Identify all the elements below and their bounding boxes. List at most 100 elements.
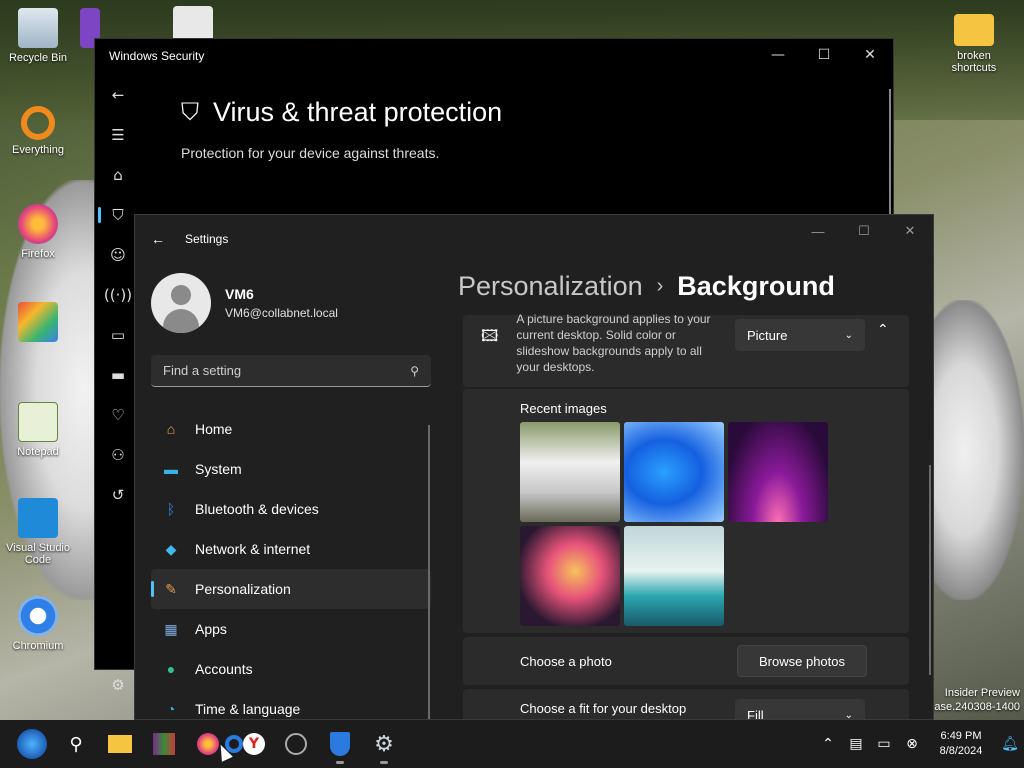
volume-muted-icon[interactable]: ⊗ [898, 736, 926, 752]
scrollbar[interactable] [929, 465, 931, 675]
system-tray: ⌃ ▤ ▭ ⊗ 6:49 PM 8/8/2024 🔔︎ [814, 720, 1024, 768]
start-button[interactable] [12, 726, 52, 762]
chevron-down-icon: ⌄ [844, 329, 853, 341]
settings-window: ← Settings — ☐ ✕ VM6 VM6@collabnet.local… [134, 214, 934, 720]
background-type-dropdown[interactable]: Picture ⌄ [735, 319, 865, 351]
desktop-icon-label: broken shortcuts [951, 50, 997, 74]
settings-window-controls: — ☐ ✕ [795, 215, 933, 247]
winrar-icon[interactable] [146, 726, 182, 762]
page-subtitle: Protection for your device against threa… [181, 145, 440, 161]
desktop-icon-label: Notepad [17, 446, 59, 458]
recent-image-thumb[interactable] [520, 526, 620, 626]
apps-icon: ▦ [164, 620, 178, 637]
nav-item-time-language[interactable]: ◔ Time & language [151, 689, 431, 719]
desktop-icon-recycle-bin[interactable]: Recycle Bin [0, 8, 76, 64]
desktop-icon-everything[interactable]: Everything [0, 106, 76, 156]
minimize-button[interactable]: — [795, 215, 841, 247]
desktop-icon-firefox[interactable]: Firefox [0, 204, 76, 260]
choose-fit-row: Choose a fit for your desktop Fill ⌄ [463, 689, 909, 720]
clock[interactable]: 6:49 PM 8/8/2024 [926, 729, 996, 759]
settings-nav: ⌂ Home ▬ System ᛒ Bluetooth & devices ◆ … [151, 409, 431, 719]
network-icon: ◆ [165, 540, 177, 557]
folder-icon [954, 14, 994, 46]
back-icon[interactable]: ← [151, 231, 165, 247]
system-icon: ▬ [164, 461, 178, 477]
recent-image-thumb[interactable] [728, 422, 828, 522]
user-email: VM6@collabnet.local [225, 306, 338, 320]
background-panel: 🖾 A picture background applies to your c… [463, 312, 909, 720]
minimize-button[interactable]: — [755, 39, 801, 71]
nav-item-apps[interactable]: ▦ Apps [151, 609, 431, 649]
home-icon[interactable]: ⌂ [95, 155, 141, 195]
insider-watermark: Insider Preview ase.240308-1400 [934, 686, 1020, 714]
menu-icon[interactable]: ☰ [95, 115, 141, 155]
browse-photos-button[interactable]: Browse photos [737, 645, 867, 677]
nav-item-network[interactable]: ◆ Network & internet [151, 529, 431, 569]
nav-item-label: Home [195, 421, 233, 437]
search-input[interactable]: Find a setting ⚲ [151, 355, 431, 387]
chevron-right-icon: › [656, 275, 664, 297]
nav-item-system[interactable]: ▬ System [151, 449, 431, 489]
fit-dropdown[interactable]: Fill ⌄ [735, 699, 865, 720]
user-profile[interactable]: VM6 VM6@collabnet.local [151, 273, 338, 333]
clock-time: 6:49 PM [940, 730, 982, 742]
dropdown-value: Fill [747, 707, 764, 720]
notification-bell-icon[interactable]: 🔔︎ [996, 736, 1024, 752]
security-heading: ⛉ Virus & threat protection [181, 97, 502, 128]
app-icon [18, 302, 58, 342]
firefox-icon [18, 204, 58, 244]
maximize-button[interactable]: ☐ [801, 39, 847, 71]
windows-security-taskbar-icon[interactable] [322, 726, 358, 764]
maximize-button[interactable]: ☐ [841, 215, 887, 247]
close-button[interactable]: ✕ [847, 39, 893, 71]
personalize-background-row[interactable]: 🖾 A picture background applies to your c… [463, 312, 909, 387]
nav-item-bluetooth[interactable]: ᛒ Bluetooth & devices [151, 489, 431, 529]
nav-item-home[interactable]: ⌂ Home [151, 409, 431, 449]
wallpaper-car-right [924, 300, 1024, 600]
compass-icon[interactable] [278, 726, 314, 762]
bluetooth-icon: ᛒ [166, 501, 176, 517]
nav-item-label: System [195, 461, 242, 477]
nav-item-label: Time & language [195, 701, 301, 717]
desktop-icon-vscode[interactable]: Visual Studio Code [0, 498, 76, 566]
search-placeholder: Find a setting [163, 363, 242, 378]
watermark-line: Insider Preview [944, 687, 1020, 699]
scrollbar[interactable] [428, 425, 430, 719]
display-icon[interactable]: ▭ [870, 736, 898, 752]
search-icon[interactable]: ⚲ [410, 364, 419, 378]
home-icon: ⌂ [166, 421, 176, 437]
desktop-icon-notepad[interactable]: Notepad [0, 402, 76, 458]
search-icon[interactable]: ⚲ [58, 726, 94, 762]
yandex-icon[interactable]: Y [236, 726, 272, 762]
watermark-line: ase.240308-1400 [934, 701, 1020, 713]
page-title: Virus & threat protection [213, 97, 503, 127]
nav-item-accounts[interactable]: ● Accounts [151, 649, 431, 689]
user-name: VM6 [225, 286, 254, 302]
shield-icon: ⛉ [181, 98, 199, 126]
breadcrumb-parent[interactable]: Personalization [458, 271, 643, 302]
recent-image-thumb[interactable] [624, 526, 724, 626]
nav-item-label: Bluetooth & devices [195, 501, 319, 517]
chevron-down-icon: ⌄ [844, 709, 853, 720]
vscode-icon [18, 498, 58, 538]
desktop-icon-broken-shortcuts[interactable]: broken shortcuts [936, 8, 1012, 74]
window-title: Settings [185, 232, 229, 246]
recent-image-thumb[interactable] [520, 422, 620, 522]
settings-taskbar-icon[interactable]: ⚙ [366, 726, 402, 764]
recent-image-thumb[interactable] [624, 422, 724, 522]
notepad-icon [18, 402, 58, 442]
close-button[interactable]: ✕ [887, 215, 933, 247]
desktop-icon-app[interactable] [0, 302, 76, 346]
back-icon[interactable]: ← [95, 75, 141, 115]
recent-images-label: Recent images [520, 401, 607, 416]
chevron-up-icon[interactable]: ⌃ [814, 736, 842, 752]
taskbar: ⚲ Y ⚙ ⌃ ▤ ▭ ⊗ 6:49 PM 8/8/2024 🔔︎ [0, 720, 1024, 768]
recycle-bin-icon [18, 8, 58, 48]
chevron-up-icon[interactable]: ⌃ [877, 321, 889, 338]
desktop-icon-label: Firefox [21, 248, 55, 260]
breadcrumb-current: Background [677, 271, 835, 301]
nav-item-personalization[interactable]: ✎ Personalization [151, 569, 431, 609]
network-disconnected-icon[interactable]: ▤ [842, 736, 870, 752]
file-explorer-icon[interactable] [102, 726, 138, 762]
desktop-icon-chromium[interactable]: Chromium [0, 596, 76, 652]
